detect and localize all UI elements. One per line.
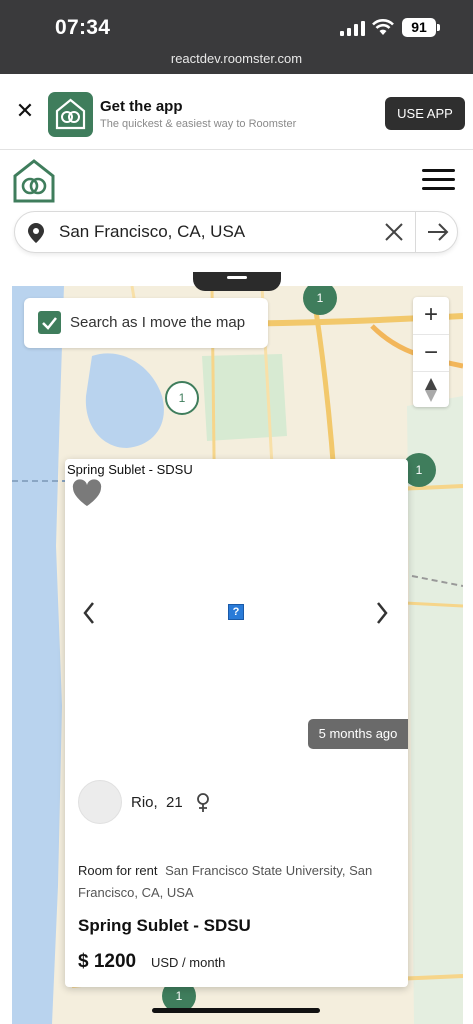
search-input[interactable] xyxy=(59,222,359,242)
listing-price-period: USD / month xyxy=(151,955,226,970)
map-zoom-controls: + − xyxy=(413,297,449,407)
listing-type-location: Room for rent San Francisco State Univer… xyxy=(78,860,394,904)
chevron-left-icon[interactable] xyxy=(80,599,98,627)
banner-subtitle: The quickest & easiest way to Roomster xyxy=(100,118,297,130)
avatar[interactable] xyxy=(78,780,122,824)
search-as-move-toggle[interactable]: Search as I move the map xyxy=(24,298,268,348)
clear-search-icon[interactable] xyxy=(384,222,404,242)
map-cluster-marker[interactable]: 1 xyxy=(165,381,199,415)
location-pin-icon xyxy=(28,223,44,243)
posted-ago-badge: 5 months ago xyxy=(308,719,408,749)
roomster-logo-icon[interactable] xyxy=(13,159,55,203)
user-name-age: Rio, 21 xyxy=(131,794,183,811)
browser-url[interactable]: reactdev.roomster.com xyxy=(0,51,473,66)
app-banner: ✕ Get the app The quickest & easiest way… xyxy=(0,74,473,150)
user-age: 21 xyxy=(166,794,183,811)
listing-top-title: Spring Sublet - SDSU xyxy=(67,462,193,477)
site-header xyxy=(0,151,473,261)
home-indicator[interactable] xyxy=(152,1008,320,1013)
search-as-move-label: Search as I move the map xyxy=(70,314,246,331)
broken-image-icon: ? xyxy=(228,604,244,620)
app-logo-icon xyxy=(48,92,93,137)
arrow-right-icon[interactable] xyxy=(427,222,449,242)
listing-card[interactable]: Spring Sublet - SDSU ? 5 months ago Rio,… xyxy=(65,459,408,987)
location-search xyxy=(14,211,458,253)
status-bar: 07:34 91 reactdev.roomster.com xyxy=(0,0,473,74)
search-divider xyxy=(415,212,416,252)
zoom-out-button[interactable]: − xyxy=(413,334,449,370)
zoom-in-button[interactable]: + xyxy=(413,297,449,333)
listing-price: $ 1200 xyxy=(78,951,137,972)
compass-icon[interactable] xyxy=(413,371,449,407)
user-name: Rio, xyxy=(131,794,158,811)
battery-indicator: 91 xyxy=(402,18,440,37)
close-icon[interactable]: ✕ xyxy=(14,100,36,122)
sheet-drag-handle[interactable] xyxy=(193,272,281,291)
female-icon xyxy=(197,793,209,812)
heart-icon[interactable] xyxy=(72,479,102,507)
chevron-right-icon[interactable] xyxy=(373,599,391,627)
status-time: 07:34 xyxy=(55,16,111,39)
checkbox-checked-icon[interactable] xyxy=(38,311,61,334)
hamburger-menu-icon[interactable] xyxy=(422,169,455,191)
wifi-icon xyxy=(372,19,394,35)
use-app-button[interactable]: USE APP xyxy=(385,97,465,130)
banner-title: Get the app xyxy=(100,98,183,115)
signal-icon xyxy=(340,21,365,36)
listing-title[interactable]: Spring Sublet - SDSU xyxy=(78,916,251,936)
listing-type: Room for rent xyxy=(78,863,158,878)
